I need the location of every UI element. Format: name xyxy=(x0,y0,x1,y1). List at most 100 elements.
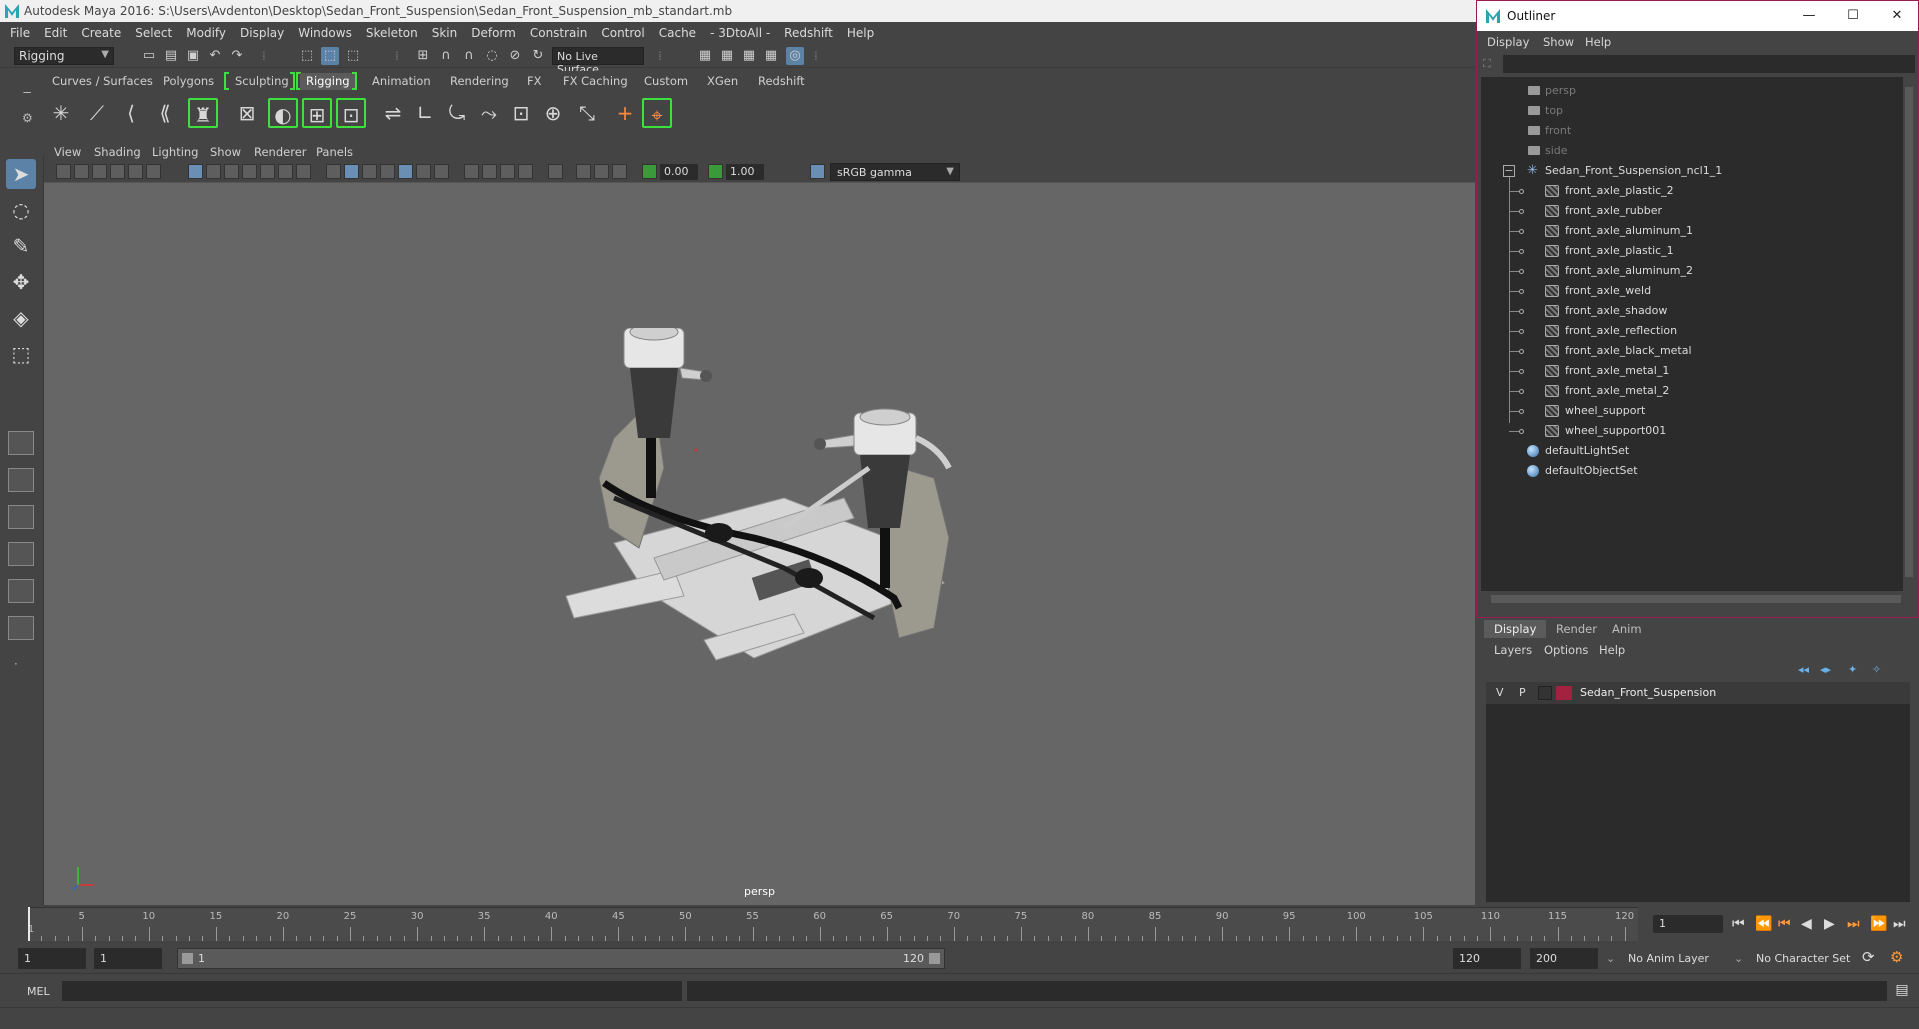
locator-icon[interactable]: ⇌ xyxy=(378,98,408,128)
current-frame-field[interactable]: 1 xyxy=(1653,915,1723,933)
select-component-icon[interactable]: ⬚ xyxy=(344,47,362,65)
shelf-tab-rendering[interactable]: Rendering xyxy=(444,73,515,90)
panel-menu-show[interactable]: Show xyxy=(210,145,241,159)
open-scene-icon[interactable]: ▤ xyxy=(162,47,180,65)
more-layouts-icon[interactable]: · xyxy=(14,657,18,671)
character-set-dropdown[interactable]: No Character Set xyxy=(1756,952,1850,965)
create-joints-icon[interactable]: ✳ xyxy=(46,98,76,128)
wireframe-on-shaded-icon[interactable] xyxy=(380,164,395,179)
snap-curve-icon[interactable]: ∩ xyxy=(437,47,455,65)
ik-spline-icon[interactable]: ⟨ xyxy=(116,98,146,128)
new-layer-selected-icon[interactable]: ✧ xyxy=(1872,663,1888,677)
menu-control[interactable]: Control xyxy=(601,26,644,40)
paint-select-tool-icon[interactable]: ✎ xyxy=(6,231,36,261)
select-tool-icon[interactable]: ➤ xyxy=(6,159,36,189)
four-pane-layout-icon[interactable] xyxy=(8,468,34,492)
move-layer-down-icon[interactable]: ◂▸ xyxy=(1820,663,1836,677)
tree-item-default-light-set[interactable]: defaultLightSet xyxy=(1481,441,1903,461)
tree-item-persp[interactable]: persp xyxy=(1481,81,1903,101)
layer-tab-render[interactable]: Render xyxy=(1546,620,1607,638)
shelf-tab-sculpting[interactable]: Sculpting xyxy=(229,73,295,90)
hik-character-icon[interactable]: ⌖ xyxy=(642,98,672,128)
panel-menu-view[interactable]: View xyxy=(54,145,81,159)
aim-constraint-icon[interactable]: ⊕ xyxy=(538,98,568,128)
scale-constraint-icon[interactable]: ⊡ xyxy=(506,98,536,128)
panel-menu-shading[interactable]: Shading xyxy=(94,145,141,159)
tree-item-child[interactable]: front_axle_plastic_2 xyxy=(1481,181,1903,201)
shelf-tab-fx-caching[interactable]: FX Caching xyxy=(557,73,634,90)
tree-item-child[interactable]: front_axle_aluminum_2 xyxy=(1481,261,1903,281)
layer-menu-options[interactable]: Options xyxy=(1544,643,1588,657)
menu-set-dropdown[interactable]: Rigging ▼ xyxy=(14,47,114,65)
ipr-render-icon[interactable]: ▦ xyxy=(740,47,758,65)
shelf-tab-animation[interactable]: Animation xyxy=(366,73,437,90)
layer-visibility-toggle[interactable]: V xyxy=(1496,686,1504,699)
tree-item-top[interactable]: top xyxy=(1481,101,1903,121)
menu-redshift[interactable]: Redshift xyxy=(784,26,833,40)
view-transform-dropdown[interactable]: sRGB gamma ▼ xyxy=(830,163,960,181)
motion-blur-icon[interactable] xyxy=(482,164,497,179)
rotate-tool-icon[interactable]: ◈ xyxy=(6,303,36,333)
outliner-vertical-scrollbar[interactable] xyxy=(1903,77,1915,591)
select-object-icon[interactable]: ⬚ xyxy=(321,47,339,65)
xray-joints-icon[interactable] xyxy=(594,164,609,179)
command-input[interactable] xyxy=(62,981,682,1001)
layer-row[interactable]: V P Sedan_Front_Suspension xyxy=(1486,682,1910,704)
insert-joint-icon[interactable]: ⟪ xyxy=(150,98,180,128)
step-forward-key-icon[interactable]: ⏭ xyxy=(1847,916,1860,932)
script-language-toggle[interactable]: MEL xyxy=(27,985,50,998)
menu-deform[interactable]: Deform xyxy=(471,26,516,40)
tree-item-default-object-set[interactable]: defaultObjectSet xyxy=(1481,461,1903,481)
ik-handle-icon[interactable]: ⟋ xyxy=(82,98,112,128)
tree-item-child[interactable]: wheel_support xyxy=(1481,401,1903,421)
play-backwards-icon[interactable]: ◀ xyxy=(1801,916,1812,932)
perspective-viewport[interactable]: persp xyxy=(44,182,1475,905)
safe-action-icon[interactable] xyxy=(278,164,293,179)
outliner-menu-show[interactable]: Show xyxy=(1543,35,1574,49)
tree-item-child[interactable]: front_axle_metal_1 xyxy=(1481,361,1903,381)
xray-icon[interactable] xyxy=(576,164,591,179)
parent-constraint-icon[interactable]: ⤿ xyxy=(442,98,472,128)
script-editor-icon[interactable]: ▤ xyxy=(1893,982,1911,1000)
go-to-end-icon[interactable]: ⏭ xyxy=(1893,916,1906,932)
snap-view-plane-icon[interactable]: ◌ xyxy=(483,47,501,65)
panel-menu-renderer[interactable]: Renderer xyxy=(254,145,307,159)
menu-modify[interactable]: Modify xyxy=(186,26,226,40)
play-forwards-icon[interactable]: ▶ xyxy=(1824,916,1835,932)
menu-create[interactable]: Create xyxy=(81,26,121,40)
outliner-menu-help[interactable]: Help xyxy=(1585,35,1611,49)
menu-3dtoall[interactable]: - 3DtoAll - xyxy=(710,26,770,40)
animation-preferences-icon[interactable]: ⚙ xyxy=(1890,948,1903,966)
collapse-icon[interactable]: − xyxy=(1503,165,1515,177)
menu-help[interactable]: Help xyxy=(847,26,874,40)
animation-start-field[interactable]: 1 xyxy=(18,948,86,969)
shadows-icon[interactable] xyxy=(434,164,449,179)
select-camera-icon[interactable] xyxy=(56,164,71,179)
orient-joint-icon[interactable]: ∟ xyxy=(410,98,440,128)
new-scene-icon[interactable]: ▭ xyxy=(140,47,158,65)
menu-display[interactable]: Display xyxy=(240,26,284,40)
point-constraint-icon[interactable]: ⤳ xyxy=(474,98,504,128)
resolution-gate-icon[interactable] xyxy=(224,164,239,179)
smooth-shade-icon[interactable] xyxy=(344,164,359,179)
undo-icon[interactable]: ↶ xyxy=(206,47,224,65)
auto-key-icon[interactable]: ⟳ xyxy=(1862,948,1875,966)
grid-icon[interactable] xyxy=(188,164,203,179)
bookmark-icon[interactable] xyxy=(92,164,107,179)
outliner-menu-display[interactable]: Display xyxy=(1487,35,1529,49)
snap-live-icon[interactable]: ⊘ xyxy=(506,47,524,65)
gamma-icon[interactable] xyxy=(708,164,723,179)
tree-item-child[interactable]: front_axle_shadow xyxy=(1481,301,1903,321)
tree-item-child[interactable]: front_axle_aluminum_1 xyxy=(1481,221,1903,241)
layer-menu-help[interactable]: Help xyxy=(1599,643,1625,657)
step-back-key-icon[interactable]: ⏮ xyxy=(1778,916,1791,932)
character-control-icon[interactable]: ♜ xyxy=(188,98,218,128)
exposure-icon[interactable] xyxy=(642,164,657,179)
color-management-icon[interactable] xyxy=(810,164,825,179)
live-surface-field[interactable]: No Live Surface xyxy=(552,47,644,76)
shelf-tab-xgen[interactable]: XGen xyxy=(701,73,744,90)
depth-of-field-icon[interactable] xyxy=(518,164,533,179)
menu-edit[interactable]: Edit xyxy=(44,26,67,40)
outliner-persp-layout-icon[interactable] xyxy=(8,542,34,566)
scrollbar-thumb[interactable] xyxy=(1491,595,1901,603)
